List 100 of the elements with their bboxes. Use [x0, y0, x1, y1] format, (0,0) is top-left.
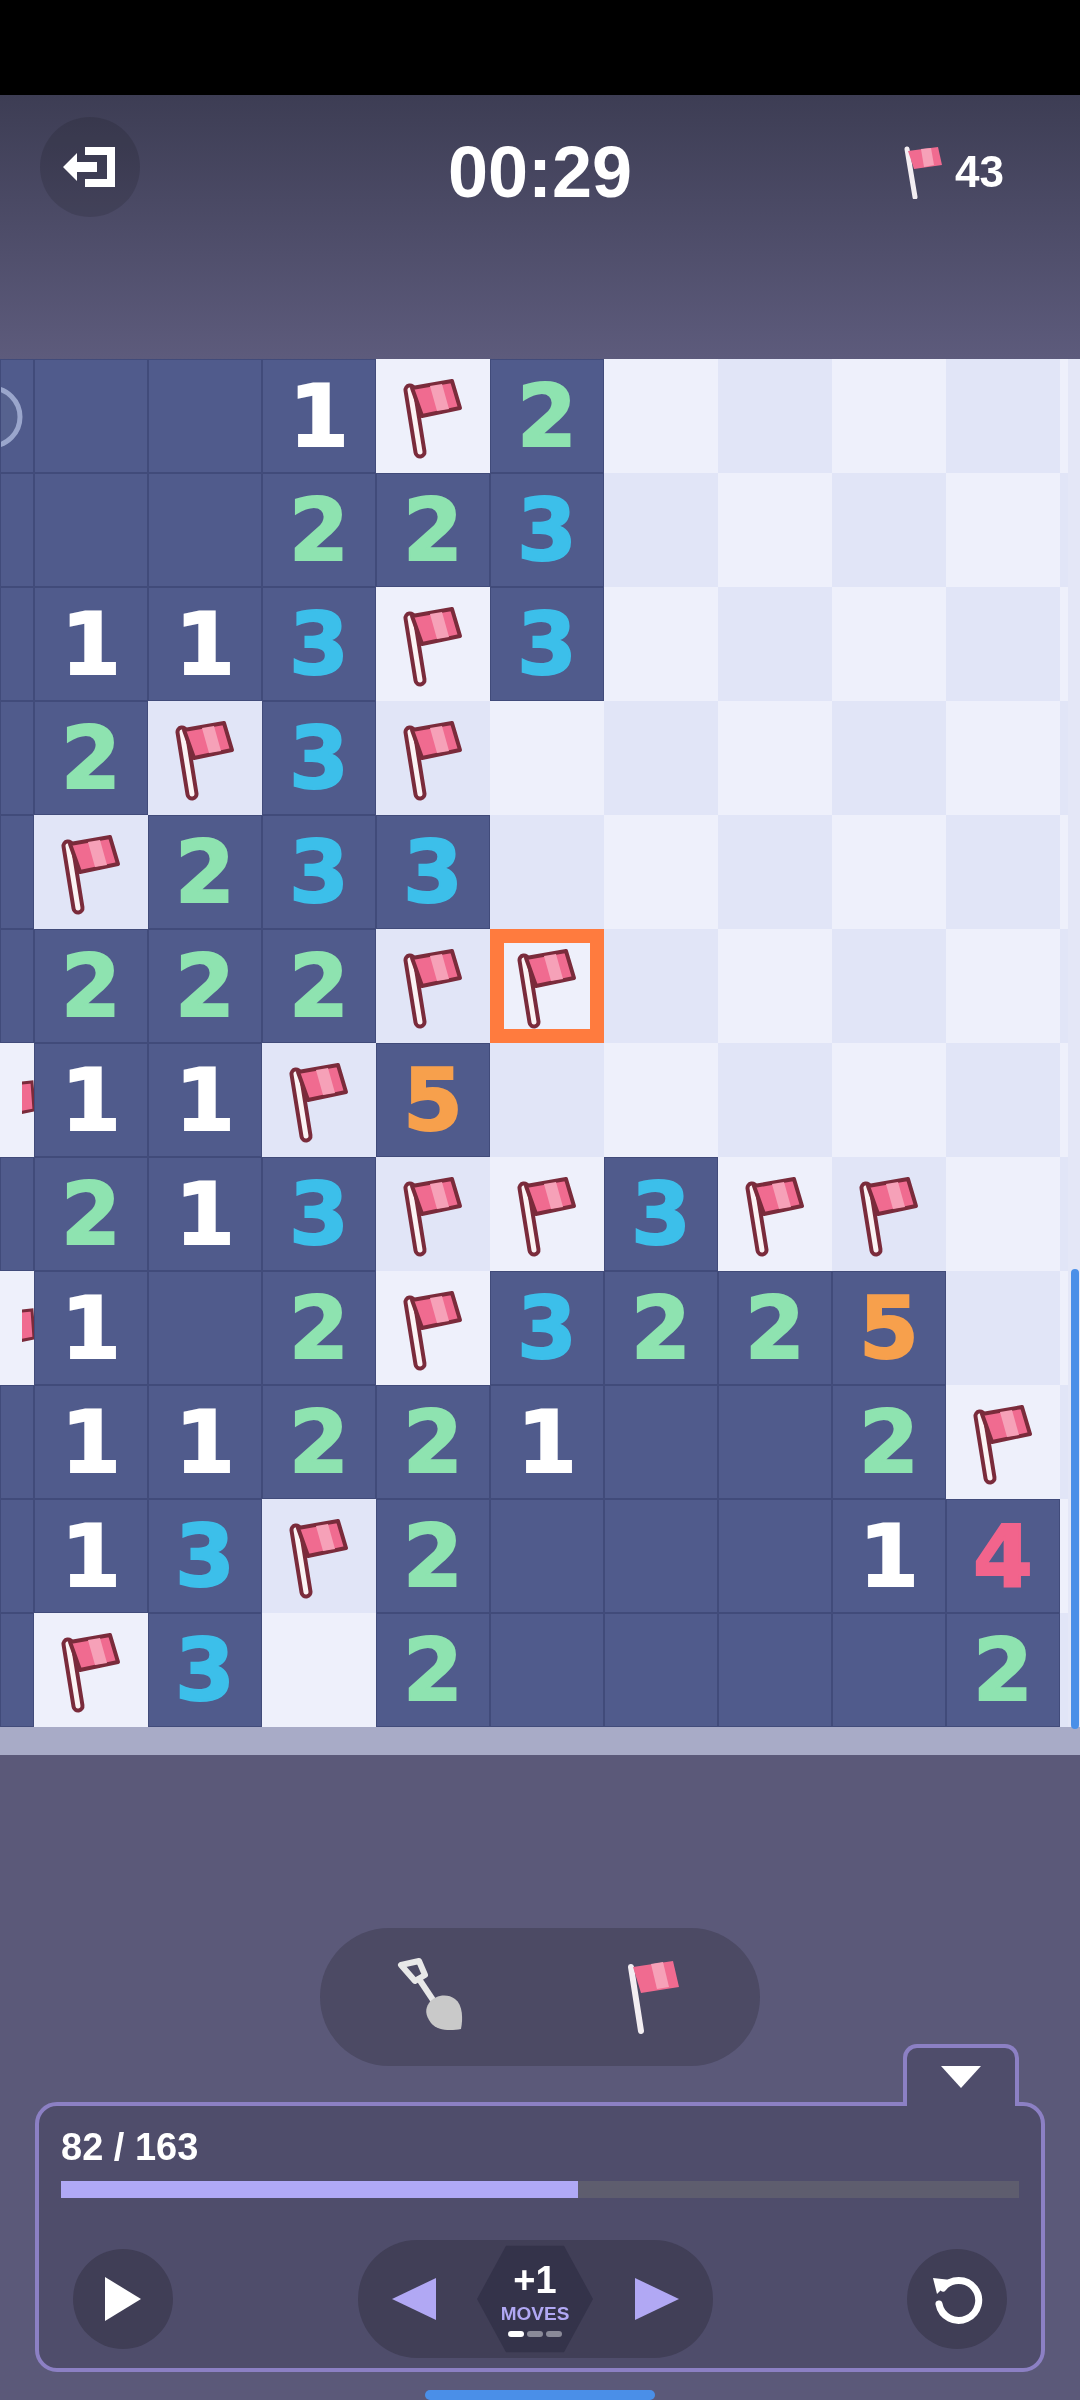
grid-cell[interactable] — [376, 1271, 490, 1386]
grid-cell[interactable]: 2 — [34, 1157, 148, 1272]
grid-cell[interactable] — [718, 359, 832, 474]
grid-cell[interactable] — [376, 1157, 490, 1272]
grid-cell[interactable]: 2 — [376, 1499, 490, 1614]
collapse-tab[interactable] — [903, 2044, 1019, 2106]
grid-cell[interactable] — [0, 1157, 34, 1272]
grid-cell[interactable] — [0, 1271, 34, 1386]
grid-cell[interactable]: 2 — [718, 1271, 832, 1386]
grid-cell[interactable] — [1060, 1613, 1068, 1728]
grid-cell[interactable] — [0, 1385, 34, 1500]
grid-cell[interactable]: 4 — [946, 1499, 1060, 1614]
grid-cell[interactable] — [148, 701, 262, 816]
grid-cell[interactable]: 1 — [490, 1385, 604, 1500]
grid-cell[interactable]: 3 — [148, 1499, 262, 1614]
grid-cell[interactable] — [0, 359, 34, 474]
grid-cell[interactable]: 2 — [376, 1613, 490, 1728]
grid-cell[interactable] — [0, 701, 34, 816]
grid-cell[interactable]: 3 — [490, 1271, 604, 1386]
grid-cell[interactable] — [604, 1043, 718, 1158]
grid-cell[interactable] — [604, 701, 718, 816]
grid-cell[interactable] — [376, 929, 490, 1044]
grid-cell[interactable] — [1060, 1499, 1068, 1614]
grid-cell[interactable]: 1 — [34, 1271, 148, 1386]
grid-cell[interactable]: 3 — [490, 587, 604, 702]
grid-cell[interactable] — [1060, 1385, 1068, 1500]
grid-cell[interactable] — [262, 1043, 376, 1158]
scrollbar[interactable] — [1071, 1269, 1079, 1730]
grid-cell[interactable] — [34, 359, 148, 474]
grid-cell[interactable] — [148, 359, 262, 474]
grid-cell[interactable] — [832, 359, 946, 474]
grid-cell[interactable] — [262, 1499, 376, 1614]
grid-cell[interactable]: 3 — [490, 473, 604, 588]
grid-cell[interactable] — [946, 359, 1060, 474]
grid-cell[interactable]: 3 — [376, 815, 490, 930]
grid-cell[interactable]: 2 — [604, 1271, 718, 1386]
grid-cell[interactable] — [376, 359, 490, 474]
grid-cell[interactable] — [718, 1157, 832, 1272]
grid-cell[interactable]: 2 — [376, 473, 490, 588]
grid-cell[interactable] — [490, 701, 604, 816]
grid-cell[interactable] — [0, 1613, 34, 1728]
grid-cell[interactable] — [376, 701, 490, 816]
grid-cell[interactable] — [604, 929, 718, 1044]
grid-cell[interactable] — [832, 1613, 946, 1728]
grid-cell[interactable]: 1 — [34, 1043, 148, 1158]
grid-cell[interactable]: 2 — [148, 815, 262, 930]
grid-cell[interactable]: 2 — [34, 929, 148, 1044]
next-button[interactable] — [634, 2278, 679, 2320]
grid-cell[interactable] — [718, 1613, 832, 1728]
grid-cell[interactable] — [604, 587, 718, 702]
grid-cell[interactable]: 2 — [832, 1385, 946, 1500]
grid-cell[interactable]: 3 — [262, 1157, 376, 1272]
grid-cell[interactable]: 1 — [148, 587, 262, 702]
grid-cell[interactable]: 5 — [376, 1043, 490, 1158]
grid-cell[interactable] — [1060, 359, 1068, 474]
grid-cell[interactable] — [832, 1157, 946, 1272]
grid-cell[interactable] — [490, 1157, 604, 1272]
grid-cell[interactable] — [946, 1385, 1060, 1500]
grid-cell[interactable]: 3 — [604, 1157, 718, 1272]
grid-cell[interactable] — [490, 815, 604, 930]
grid-cell[interactable] — [604, 1613, 718, 1728]
grid-cell[interactable] — [0, 1043, 34, 1158]
grid-cell[interactable] — [376, 587, 490, 702]
grid-cell[interactable] — [0, 1499, 34, 1614]
grid-cell[interactable]: 2 — [34, 701, 148, 816]
grid-cell[interactable] — [0, 815, 34, 930]
grid-cell[interactable] — [262, 1613, 376, 1728]
grid-cell[interactable] — [490, 1043, 604, 1158]
grid-cell[interactable] — [604, 815, 718, 930]
grid-cell[interactable]: 3 — [262, 815, 376, 930]
grid-cell[interactable]: 2 — [376, 1385, 490, 1500]
grid-cell[interactable]: 5 — [832, 1271, 946, 1386]
grid-cell[interactable] — [718, 1043, 832, 1158]
grid-cell[interactable] — [34, 815, 148, 930]
grid-cell[interactable]: 1 — [34, 1385, 148, 1500]
grid-cell[interactable]: 3 — [148, 1613, 262, 1728]
grid-cell[interactable]: 2 — [946, 1613, 1060, 1728]
grid-cell[interactable] — [34, 1613, 148, 1728]
grid-cell[interactable] — [490, 929, 604, 1044]
grid-cell[interactable]: 1 — [148, 1385, 262, 1500]
grid-cell[interactable] — [946, 1157, 1060, 1272]
grid-cell[interactable]: 2 — [262, 929, 376, 1044]
grid-cell[interactable] — [490, 1613, 604, 1728]
previous-button[interactable] — [391, 2278, 436, 2320]
grid-cell[interactable]: 1 — [34, 587, 148, 702]
grid-cell[interactable]: 2 — [262, 473, 376, 588]
grid-cell[interactable]: 2 — [148, 929, 262, 1044]
grid-cell[interactable]: 1 — [262, 359, 376, 474]
grid-cell[interactable]: 1 — [832, 1499, 946, 1614]
grid-cell[interactable]: 3 — [262, 701, 376, 816]
grid-cell[interactable]: 2 — [490, 359, 604, 474]
grid-cell[interactable] — [604, 359, 718, 474]
grid-cell[interactable]: 1 — [148, 1157, 262, 1272]
grid-cell[interactable]: 1 — [34, 1499, 148, 1614]
grid-cell[interactable]: 2 — [262, 1385, 376, 1500]
grid-cell[interactable] — [0, 929, 34, 1044]
grid-cell[interactable] — [604, 473, 718, 588]
grid-cell[interactable]: 3 — [262, 587, 376, 702]
grid-cell[interactable]: 2 — [262, 1271, 376, 1386]
grid-cell[interactable]: 1 — [148, 1043, 262, 1158]
